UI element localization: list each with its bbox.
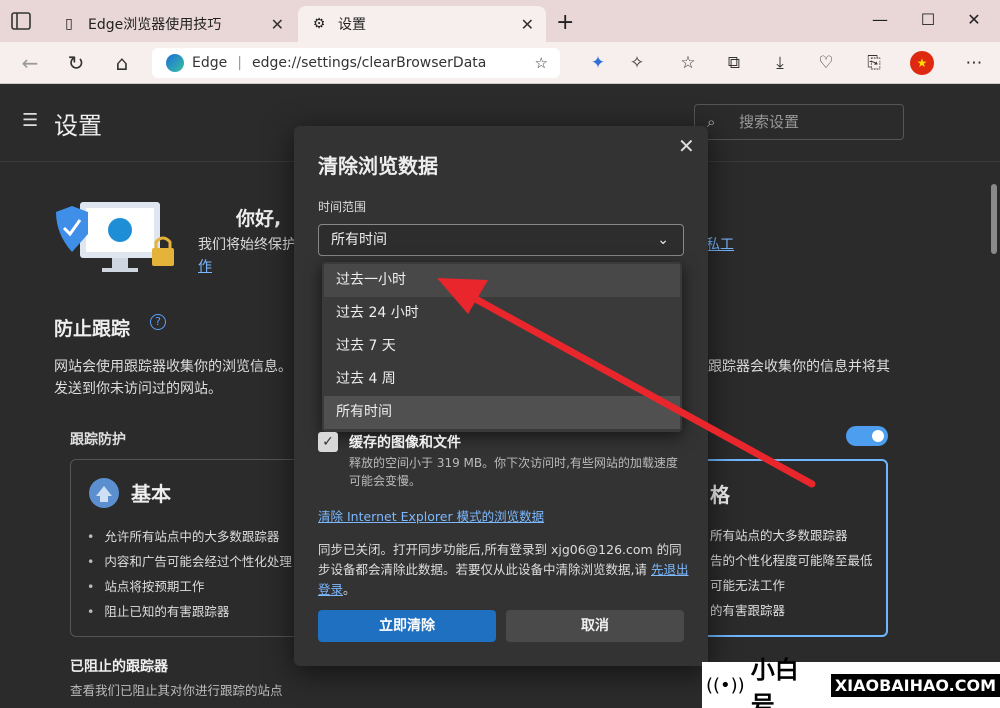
list-item: 所有站点的大多数跟踪器 [710, 528, 848, 543]
blocked-trackers-title[interactable]: 已阻止的跟踪器 [70, 656, 168, 676]
time-range-options: 过去一小时 过去 24 小时 过去 7 天 过去 4 周 所有时间 [322, 262, 682, 432]
tab-actions-icon[interactable] [8, 10, 34, 32]
section-title: 防止跟踪 [54, 318, 131, 340]
cancel-button[interactable]: 取消 [506, 610, 684, 642]
close-tab-icon[interactable]: ✕ [521, 15, 534, 34]
dialog-title: 清除浏览数据 [318, 154, 438, 178]
hello-greeting: 你好, [236, 208, 282, 230]
sync-note-end: 。 [343, 582, 356, 597]
ie-mode-link[interactable]: 清除 Internet Explorer 模式的浏览数据 [318, 506, 544, 525]
time-range-label: 时间范围 [318, 200, 367, 214]
maximize-icon[interactable]: ☐ [918, 10, 938, 29]
sync-note: 同步已关闭。打开同步功能后,所有登录到 xjg06@126.com 的同步设备都… [318, 540, 690, 600]
edge-icon [166, 54, 184, 72]
close-window-icon[interactable]: ✕ [964, 10, 984, 29]
downloads-icon[interactable]: ⤓ [768, 51, 792, 75]
basic-list: 允许所有站点中的大多数跟踪器 内容和广告可能会经过个性化处理 站点将按预期工作 … [87, 526, 292, 626]
sync-note-text: 同步已关闭。打开同步功能后,所有登录到 xjg06@126.com 的同步设备都… [318, 542, 682, 577]
clear-now-button[interactable]: 立即清除 [318, 610, 496, 642]
option-last-7-days[interactable]: 过去 7 天 [324, 330, 680, 363]
search-icon: ⌕ [707, 113, 716, 131]
list-item: 阻止已知的有害跟踪器 [87, 601, 292, 626]
tab-settings[interactable]: ⚙ 设置 ✕ [298, 6, 546, 42]
address-bar: ← ↻ ⌂ Edge | edge://settings/clearBrowse… [0, 42, 1000, 84]
extension-bird-icon[interactable]: ✦ [586, 51, 610, 75]
cache-checkbox[interactable]: ✓ [318, 432, 338, 452]
tab-title: 设置 [338, 17, 366, 33]
basic-title: 基本 [131, 482, 171, 506]
home-icon[interactable]: ⌂ [110, 51, 134, 75]
new-tab-icon[interactable]: + [556, 10, 574, 35]
tab-title: Edge浏览器使用技巧 [88, 17, 222, 33]
site-label: Edge [192, 55, 228, 71]
scrollbar-thumb[interactable] [991, 184, 997, 254]
strict-card[interactable]: 格 所有站点的大多数跟踪器 告的个性化程度可能降至最低 可能无法工作 的有害跟踪… [690, 459, 888, 637]
search-placeholder: 搜索设置 [739, 113, 800, 131]
basic-icon [89, 478, 119, 508]
extensions-icon[interactable]: ✧ [625, 51, 649, 75]
list-item: 站点将按预期工作 [87, 576, 292, 601]
option-last-hour[interactable]: 过去一小时 [324, 264, 680, 297]
tab-bar: ▯ Edge浏览器使用技巧 ✕ ⚙ 设置 ✕ + — ☐ ✕ [0, 0, 1000, 42]
hello-subtext: 我们将始终保护 [198, 237, 296, 253]
section-description-right: 跟踪器会收集你的信息并将其 [708, 359, 890, 375]
privacy-illustration [56, 202, 174, 272]
section-description: 网站会使用跟踪器收集你的浏览信息。发送到你未访问过的网站。 [54, 359, 292, 397]
url-text: edge://settings/clearBrowserData [251, 55, 487, 71]
chevron-down-icon: ⌄ [657, 232, 669, 248]
clear-data-dialog: 清除浏览数据 ✕ 时间范围 所有时间 ⌄ 过去一小时 过去 24 小时 过去 7… [294, 126, 708, 666]
menu-icon[interactable]: ☰ [22, 110, 38, 131]
toggle-knob [872, 430, 884, 442]
tab-edge-tips[interactable]: ▯ Edge浏览器使用技巧 ✕ [48, 6, 296, 42]
gear-icon: ⚙ [312, 16, 326, 32]
option-last-4-weeks[interactable]: 过去 4 周 [324, 363, 680, 396]
cache-description: 释放的空间小于 319 MB。你下次访问时,有些网站的加载速度可能会变慢。 [349, 456, 678, 488]
refresh-icon[interactable]: ↻ [64, 51, 88, 75]
cache-label: 缓存的图像和文件 [349, 435, 461, 451]
page-icon: ▯ [65, 16, 73, 32]
option-last-24-hours[interactable]: 过去 24 小时 [324, 297, 680, 330]
search-input[interactable]: ⌕ 搜索设置 [694, 104, 904, 140]
broadcast-icon: ((•)) [706, 674, 745, 696]
privacy-link[interactable]: 私工 [706, 234, 734, 254]
basic-card[interactable]: 基本 允许所有站点中的大多数跟踪器 内容和广告可能会经过个性化处理 站点将按预期… [70, 459, 310, 637]
add-favorite-icon[interactable]: ☆ [535, 54, 548, 72]
more-icon[interactable]: ⋯ [962, 51, 986, 75]
minimize-icon[interactable]: — [870, 10, 890, 29]
brand-url: XIAOBAIHAO.COM [830, 673, 1000, 697]
blocked-trackers-subtitle: 查看我们已阻止其对你进行跟踪的站点 [70, 683, 283, 698]
page-title: 设置 [54, 112, 102, 140]
help-icon[interactable]: ? [150, 314, 166, 330]
time-range-select[interactable]: 所有时间 ⌄ [318, 224, 684, 256]
list-item: 告的个性化程度可能降至最低 [710, 553, 873, 568]
strict-list: 所有站点的大多数跟踪器 告的个性化程度可能降至最低 可能无法工作 的有害跟踪器 [710, 525, 873, 625]
screenshot-icon[interactable]: ⎘ [862, 51, 886, 75]
url-field[interactable]: Edge | edge://settings/clearBrowserData … [152, 48, 560, 78]
list-item: 的有害跟踪器 [710, 603, 786, 618]
back-icon[interactable]: ← [18, 51, 42, 75]
close-tab-icon[interactable]: ✕ [271, 15, 284, 34]
url-separator: | [237, 55, 242, 71]
collections-icon[interactable]: ⧉ [722, 51, 746, 75]
strict-title: 格 [710, 483, 730, 507]
favorites-icon[interactable]: ☆ [676, 51, 700, 75]
profile-avatar[interactable]: ★ [910, 51, 934, 75]
time-range-value: 所有时间 [331, 232, 387, 248]
option-all-time[interactable]: 所有时间 [324, 396, 680, 429]
close-icon[interactable]: ✕ [678, 134, 695, 158]
list-item: 允许所有站点中的大多数跟踪器 [87, 526, 292, 551]
brand-name: 小白号 [750, 656, 799, 708]
tracking-protection-toggle[interactable] [846, 426, 888, 446]
performance-icon[interactable]: ♡ [814, 51, 838, 75]
list-item: 内容和广告可能会经过个性化处理 [87, 551, 292, 576]
privacy-link-cont[interactable]: 作 [198, 256, 212, 276]
brand-watermark: ((•)) 小白号 XIAOBAIHAO.COM [702, 656, 1000, 708]
list-item: 可能无法工作 [710, 578, 786, 593]
tracking-protection-label: 跟踪防护 [70, 432, 126, 448]
